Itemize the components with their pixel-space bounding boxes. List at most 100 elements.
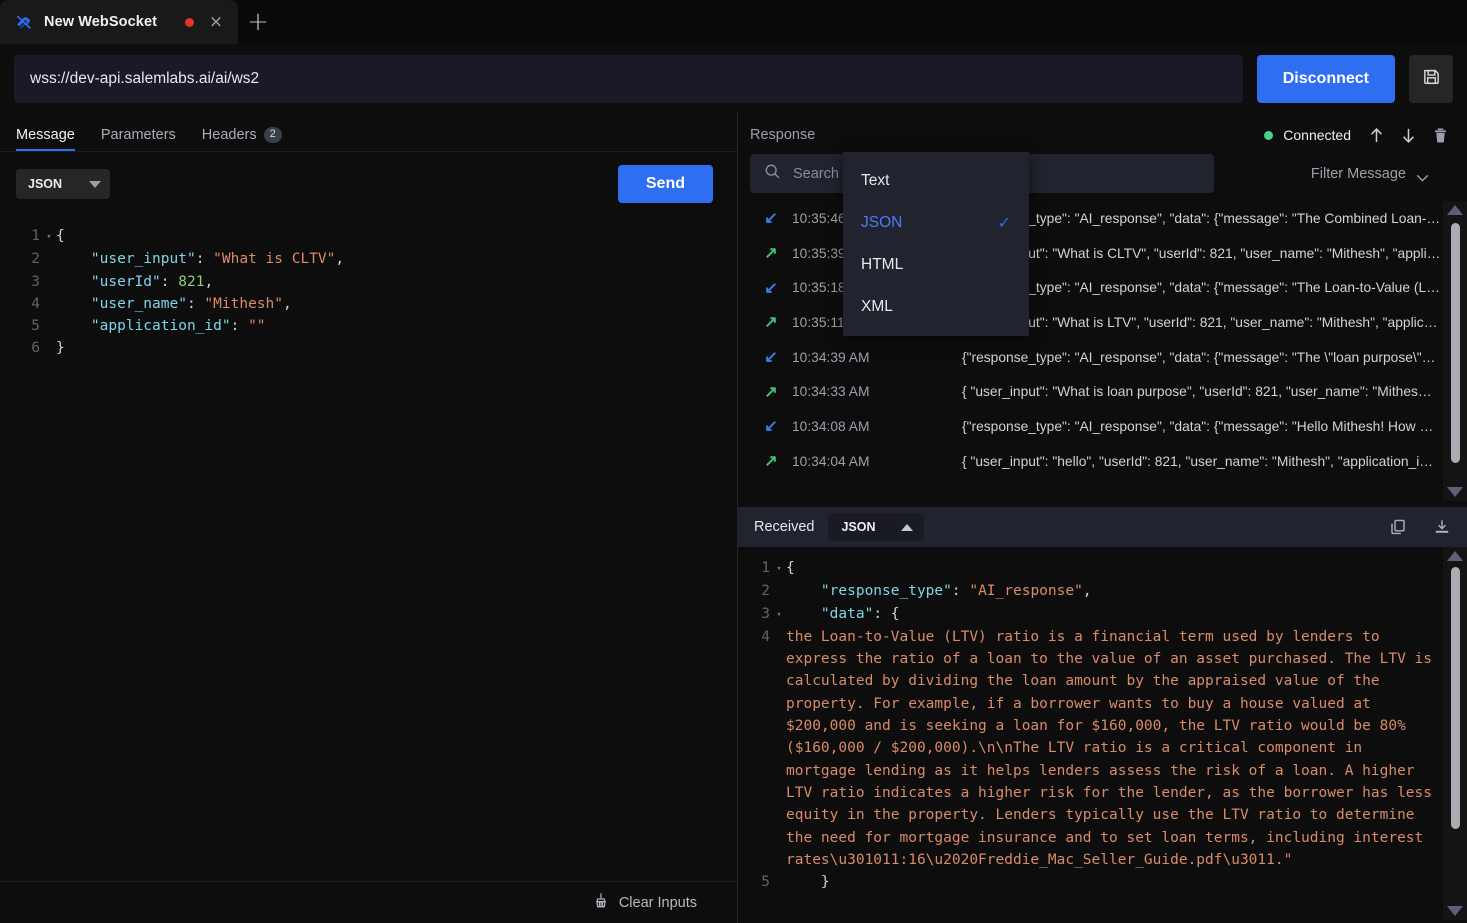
headers-count-badge: 2 [264, 127, 282, 143]
fold-toggle-icon[interactable] [42, 315, 56, 337]
tab-new-websocket[interactable]: New WebSocket × [0, 0, 238, 44]
request-format-select[interactable]: JSON [16, 169, 110, 199]
editor-line-content: "userId": 821, [56, 271, 737, 293]
request-body-editor[interactable]: 1▾{2 "user_input": "What is CLTV",3 "use… [0, 213, 737, 360]
message-timestamp: 10:34:08 AM [792, 419, 962, 434]
message-row[interactable]: ↗10:34:04 AM{ "user_input": "hello", "us… [750, 444, 1467, 479]
line-number: 6 [0, 337, 42, 359]
editor-line: 1▾{ [0, 225, 737, 248]
request-toolbar: JSON Send [0, 152, 737, 213]
close-icon[interactable]: × [206, 14, 226, 31]
token: , [204, 274, 213, 290]
websocket-url-input[interactable] [14, 55, 1243, 103]
line-number: 5 [0, 315, 42, 337]
new-tab-button[interactable]: + [238, 0, 278, 44]
unsaved-indicator-dot [185, 18, 194, 27]
message-row[interactable]: ↙10:34:39 AM{"response_type": "AI_respon… [750, 340, 1467, 375]
incoming-arrow-icon: ↙ [750, 208, 792, 228]
received-format-value: JSON [841, 520, 875, 534]
format-option-label: Text [861, 172, 889, 190]
request-panel: Message Parameters Headers 2 JSON Send 1… [0, 112, 737, 923]
chevron-down-icon [1416, 170, 1429, 178]
disconnect-button[interactable]: Disconnect [1257, 55, 1395, 103]
line-number: 1 [738, 557, 772, 580]
token: "user_input" [91, 251, 196, 267]
outgoing-arrow-icon: ↗ [750, 382, 792, 402]
scrollbar-thumb[interactable] [1451, 223, 1460, 463]
format-option-text[interactable]: Text [843, 160, 1029, 202]
fold-toggle-icon[interactable]: ▾ [772, 557, 786, 580]
message-preview: { "user_input": "What is CLTV", "userId"… [962, 246, 1467, 261]
tab-headers[interactable]: Headers 2 [202, 127, 282, 151]
tab-message[interactable]: Message [16, 127, 75, 151]
fold-toggle-icon[interactable] [42, 293, 56, 315]
download-icon[interactable] [1431, 516, 1453, 538]
fold-toggle-icon[interactable] [772, 871, 786, 893]
scroll-up-arrow-icon[interactable] [1447, 205, 1463, 215]
outgoing-arrow-icon: ↗ [750, 451, 792, 471]
filter-message-dropdown[interactable]: Filter Message [1311, 166, 1455, 182]
received-line: 3▾ "data": { [738, 603, 1467, 626]
editor-line: 5 "application_id": "" [0, 315, 737, 337]
check-icon: ✓ [998, 213, 1011, 233]
save-button[interactable] [1409, 55, 1453, 103]
editor-line-content: "application_id": "" [56, 315, 737, 337]
fold-toggle-icon[interactable] [42, 271, 56, 293]
fold-toggle-icon[interactable] [42, 248, 56, 270]
status-dot [1264, 131, 1273, 140]
fold-toggle-icon[interactable] [772, 626, 786, 648]
clear-inputs-label[interactable]: Clear Inputs [619, 895, 697, 911]
copy-icon[interactable] [1387, 516, 1409, 538]
message-timestamp: 10:34:33 AM [792, 384, 962, 399]
format-option-xml[interactable]: XML [843, 286, 1029, 328]
tab-headers-label: Headers [202, 127, 257, 143]
format-option-json[interactable]: JSON ✓ [843, 202, 1029, 244]
scroll-up-arrow-icon[interactable] [1447, 551, 1463, 561]
message-preview: { "user_input": "What is LTV", "userId":… [962, 315, 1467, 330]
fold-toggle-icon[interactable]: ▾ [772, 603, 786, 626]
message-row[interactable]: ↙10:34:08 AM{"response_type": "AI_respon… [750, 409, 1467, 444]
token: "user_name" [91, 296, 187, 312]
format-option-html[interactable]: HTML [843, 244, 1029, 286]
chevron-up-icon [901, 524, 913, 531]
token: "" [248, 318, 265, 334]
received-format-dropdown[interactable]: Text JSON ✓ HTMLXML [843, 152, 1029, 336]
editor-line-content: "user_name": "Mithesh", [56, 293, 737, 315]
line-number: 1 [0, 225, 42, 248]
status-badge: Connected [1283, 127, 1351, 143]
received-actions [1387, 516, 1453, 538]
received-body-scrollbar[interactable] [1443, 547, 1467, 920]
token: } [56, 340, 65, 356]
message-preview: {"response_type": "AI_response", "data":… [962, 419, 1467, 434]
scrollbar-thumb[interactable] [1451, 567, 1460, 829]
send-button[interactable]: Send [618, 165, 713, 203]
message-row[interactable]: ↗10:34:33 AM{ "user_input": "What is loa… [750, 374, 1467, 409]
received-body[interactable]: 1▾{2 "response_type": "AI_response",3▾ "… [738, 547, 1467, 920]
message-preview: {"response_type": "AI_response", "data":… [962, 350, 1467, 365]
request-tabs: Message Parameters Headers 2 [0, 112, 737, 152]
format-option-label: JSON [861, 214, 902, 232]
token: "Mithesh" [204, 296, 283, 312]
scroll-down-arrow-icon[interactable] [1447, 487, 1463, 497]
arrow-up-icon[interactable] [1365, 124, 1387, 146]
tab-parameters[interactable]: Parameters [101, 127, 176, 151]
received-format-select[interactable]: JSON [828, 513, 924, 541]
tab-title: New WebSocket [44, 14, 157, 30]
response-panel: Response Connected [738, 112, 1467, 923]
editor-line: 2 "user_input": "What is CLTV", [0, 248, 737, 270]
websocket-icon [14, 12, 34, 32]
fold-toggle-icon[interactable] [42, 337, 56, 359]
line-number: 4 [738, 626, 772, 648]
arrow-down-icon[interactable] [1397, 124, 1419, 146]
incoming-arrow-icon: ↙ [750, 416, 792, 436]
fold-toggle-icon[interactable]: ▾ [42, 225, 56, 248]
message-list-scrollbar[interactable] [1443, 201, 1467, 501]
received-label: Received [754, 519, 814, 535]
fold-toggle-icon[interactable] [772, 580, 786, 602]
clear-inputs-bar: Clear Inputs [0, 881, 737, 923]
trash-icon[interactable] [1429, 124, 1451, 146]
scroll-down-arrow-icon[interactable] [1447, 906, 1463, 916]
tab-bar: New WebSocket × + [0, 0, 1467, 44]
tab-message-label: Message [16, 127, 75, 143]
received-line-content: { [786, 557, 1467, 580]
